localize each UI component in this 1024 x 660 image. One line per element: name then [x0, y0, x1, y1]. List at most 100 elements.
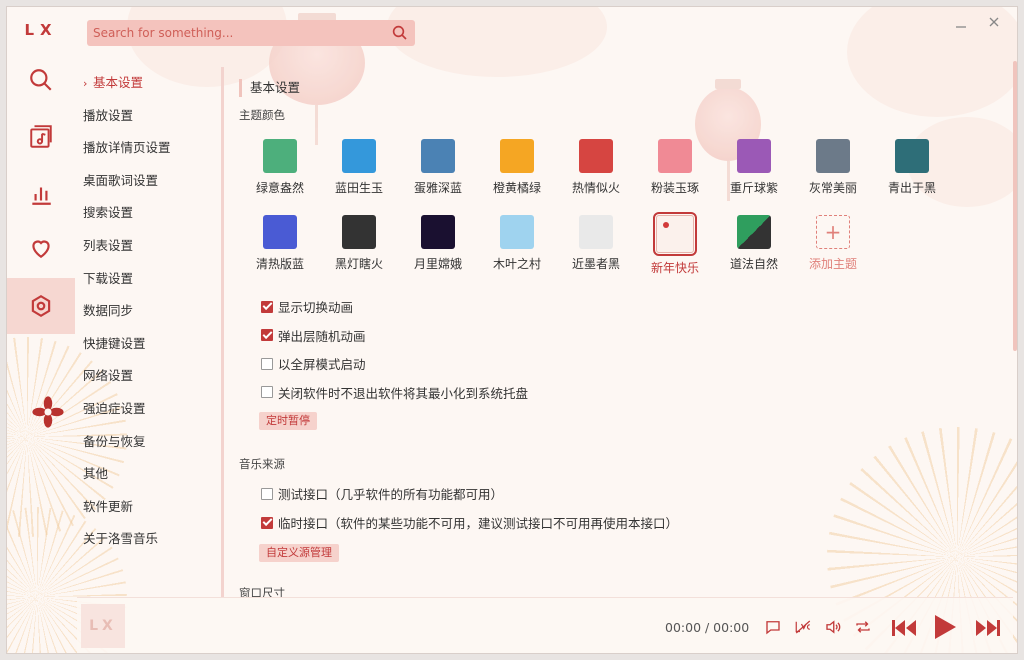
skip-previous-icon [892, 620, 916, 636]
theme-name: 粉装玉琢 [650, 181, 699, 195]
theme-option[interactable]: 绿意盎然 [241, 139, 319, 196]
section-title-basic: 基本设置 [239, 79, 300, 97]
minimize-icon[interactable] [954, 15, 968, 29]
checkbox-label: 临时接口（软件的某些功能不可用，建议测试接口不可用再使用本接口） [278, 516, 679, 531]
search-icon [30, 69, 52, 91]
content-scrollbar[interactable] [1013, 61, 1017, 351]
menu-item-label: 列表设置 [83, 237, 134, 253]
checkbox-label: 显示切换动画 [278, 300, 354, 315]
checkbox-option[interactable]: 显示切换动画 [261, 297, 353, 316]
close-icon[interactable] [987, 15, 1001, 29]
nav-songlist-icon[interactable] [7, 110, 75, 164]
chevron-right-icon: › [83, 77, 88, 90]
theme-option[interactable]: 清热版蓝 [241, 215, 319, 272]
menu-item[interactable]: 快捷键设置 [77, 328, 220, 361]
menu-item[interactable]: 搜索设置 [77, 197, 220, 230]
lyric-button[interactable] [793, 618, 813, 636]
nav-search-icon[interactable] [7, 53, 75, 107]
menu-item[interactable]: 播放设置 [77, 100, 220, 133]
theme-option[interactable]: 月里嫦娥 [399, 215, 477, 272]
menu-item-label: 搜索设置 [83, 205, 134, 221]
theme-option[interactable]: 新年快乐 [636, 212, 714, 276]
theme-option[interactable]: 近墨者黑 [557, 215, 635, 272]
theme-option[interactable]: 橙黄橘绿 [478, 139, 556, 196]
checkbox-checked-icon[interactable] [261, 300, 273, 313]
search-icon[interactable] [391, 24, 409, 42]
theme-swatch [342, 139, 376, 173]
menu-item-label: 快捷键设置 [83, 335, 146, 351]
checkbox-unchecked-icon[interactable] [261, 357, 273, 370]
menu-item-label: 桌面歌词设置 [83, 172, 159, 188]
theme-name: 橙黄橘绿 [492, 181, 541, 195]
menu-item[interactable]: 关于洛雪音乐 [77, 523, 220, 556]
theme-option[interactable]: 木叶之村 [478, 215, 556, 272]
theme-name: 新年快乐 [650, 261, 699, 275]
settings-content: 基本设置 主题颜色 绿意盎然 蓝田生玉 蛋雅深蓝 橙黄橘绿 热情似火 粉装玉琢 重斤球紫 灰常… [231, 67, 1013, 597]
theme-option[interactable]: 热情似火 [557, 139, 635, 196]
checkbox-checked-icon[interactable] [261, 516, 273, 529]
play-icon [935, 615, 956, 639]
play-button[interactable] [933, 614, 957, 640]
theme-option[interactable]: 重斤球紫 [715, 139, 793, 196]
custom-source-button[interactable]: 自定义源管理 [259, 544, 339, 562]
menu-item[interactable]: 桌面歌词设置 [77, 165, 220, 198]
heart-icon [32, 240, 50, 258]
album-cover[interactable]: LX [81, 604, 125, 648]
checkbox-option[interactable]: 临时接口（软件的某些功能不可用，建议测试接口不可用再使用本接口） [261, 513, 678, 532]
checkbox-unchecked-icon[interactable] [261, 386, 273, 398]
previous-button[interactable] [891, 618, 917, 638]
theme-option[interactable]: 青出于黑 [873, 139, 951, 196]
theme-name: 热情似火 [571, 181, 620, 195]
checkbox-option[interactable]: 以全屏模式启动 [261, 354, 366, 373]
timer-pause-button[interactable]: 定时暂停 [259, 412, 317, 430]
menu-item[interactable]: 网络设置 [77, 360, 220, 393]
menu-item[interactable]: 下载设置 [77, 263, 220, 296]
flower-decoration-icon [32, 396, 64, 428]
checkbox-unchecked-icon[interactable] [261, 487, 273, 500]
theme-option[interactable]: 灰常美丽 [794, 139, 872, 196]
theme-option[interactable]: 道法自然 [715, 215, 793, 272]
settings-menu: › 基本设置播放设置 播放详情页设置桌面歌词设置 搜索设置列表设置下载设置数据同步快捷… [77, 67, 220, 597]
theme-name: 重斤球紫 [729, 181, 778, 195]
comment-button[interactable] [763, 618, 783, 636]
checkbox-option[interactable]: 弹出层随机动画 [261, 326, 366, 345]
checkbox-label: 测试接口（几乎软件的所有功能都可用） [278, 487, 504, 502]
search-box[interactable] [87, 20, 415, 46]
next-button[interactable] [975, 618, 1001, 638]
menu-item[interactable]: 软件更新 [77, 491, 220, 524]
theme-option[interactable]: 蓝田生玉 [320, 139, 398, 196]
theme-option[interactable]: 粉装玉琢 [636, 139, 714, 196]
volume-button[interactable] [823, 618, 843, 636]
menu-item-label: 下载设置 [83, 270, 134, 286]
play-time: 00:00 / 00:00 [665, 620, 750, 635]
theme-swatch [500, 215, 534, 249]
menu-item-label: 关于洛雪音乐 [83, 531, 159, 547]
theme-swatch [342, 215, 376, 249]
menu-item[interactable]: 数据同步 [77, 295, 220, 328]
theme-option[interactable]: 蛋雅深蓝 [399, 139, 477, 196]
menu-item-label: 基本设置 [93, 75, 144, 90]
nav-favorite-icon[interactable] [7, 221, 75, 275]
theme-swatch [263, 139, 297, 173]
theme-swatch [500, 139, 534, 173]
theme-swatch [653, 212, 697, 256]
search-input[interactable] [93, 26, 391, 40]
nav-settings-icon[interactable] [7, 278, 75, 334]
checkbox-checked-icon[interactable] [261, 329, 273, 341]
menu-item[interactable]: 强迫症设置 [77, 393, 220, 426]
repeat-mode-button[interactable] [853, 618, 873, 636]
menu-item[interactable]: 其他 [77, 458, 220, 491]
theme-option[interactable]: 黑灯瞎火 [320, 215, 398, 272]
theme-name: 青出于黑 [887, 181, 936, 195]
menu-item[interactable]: 列表设置 [77, 230, 220, 263]
checkbox-option[interactable]: 测试接口（几乎软件的所有功能都可用） [261, 484, 503, 503]
menu-item[interactable]: › 基本设置 [77, 67, 220, 100]
menu-item[interactable]: 备份与恢复 [77, 426, 220, 459]
theme-name: 清热版蓝 [255, 257, 304, 271]
nav-leaderboard-icon[interactable] [7, 167, 75, 221]
add-theme-button[interactable]: + 添加主题 [794, 215, 872, 272]
menu-item[interactable]: 播放详情页设置 [77, 132, 220, 165]
checkbox-option[interactable]: 关闭软件时不退出软件将其最小化到系统托盘 [261, 383, 528, 402]
theme-swatch [421, 139, 455, 173]
menu-item-label: 其他 [83, 466, 109, 482]
